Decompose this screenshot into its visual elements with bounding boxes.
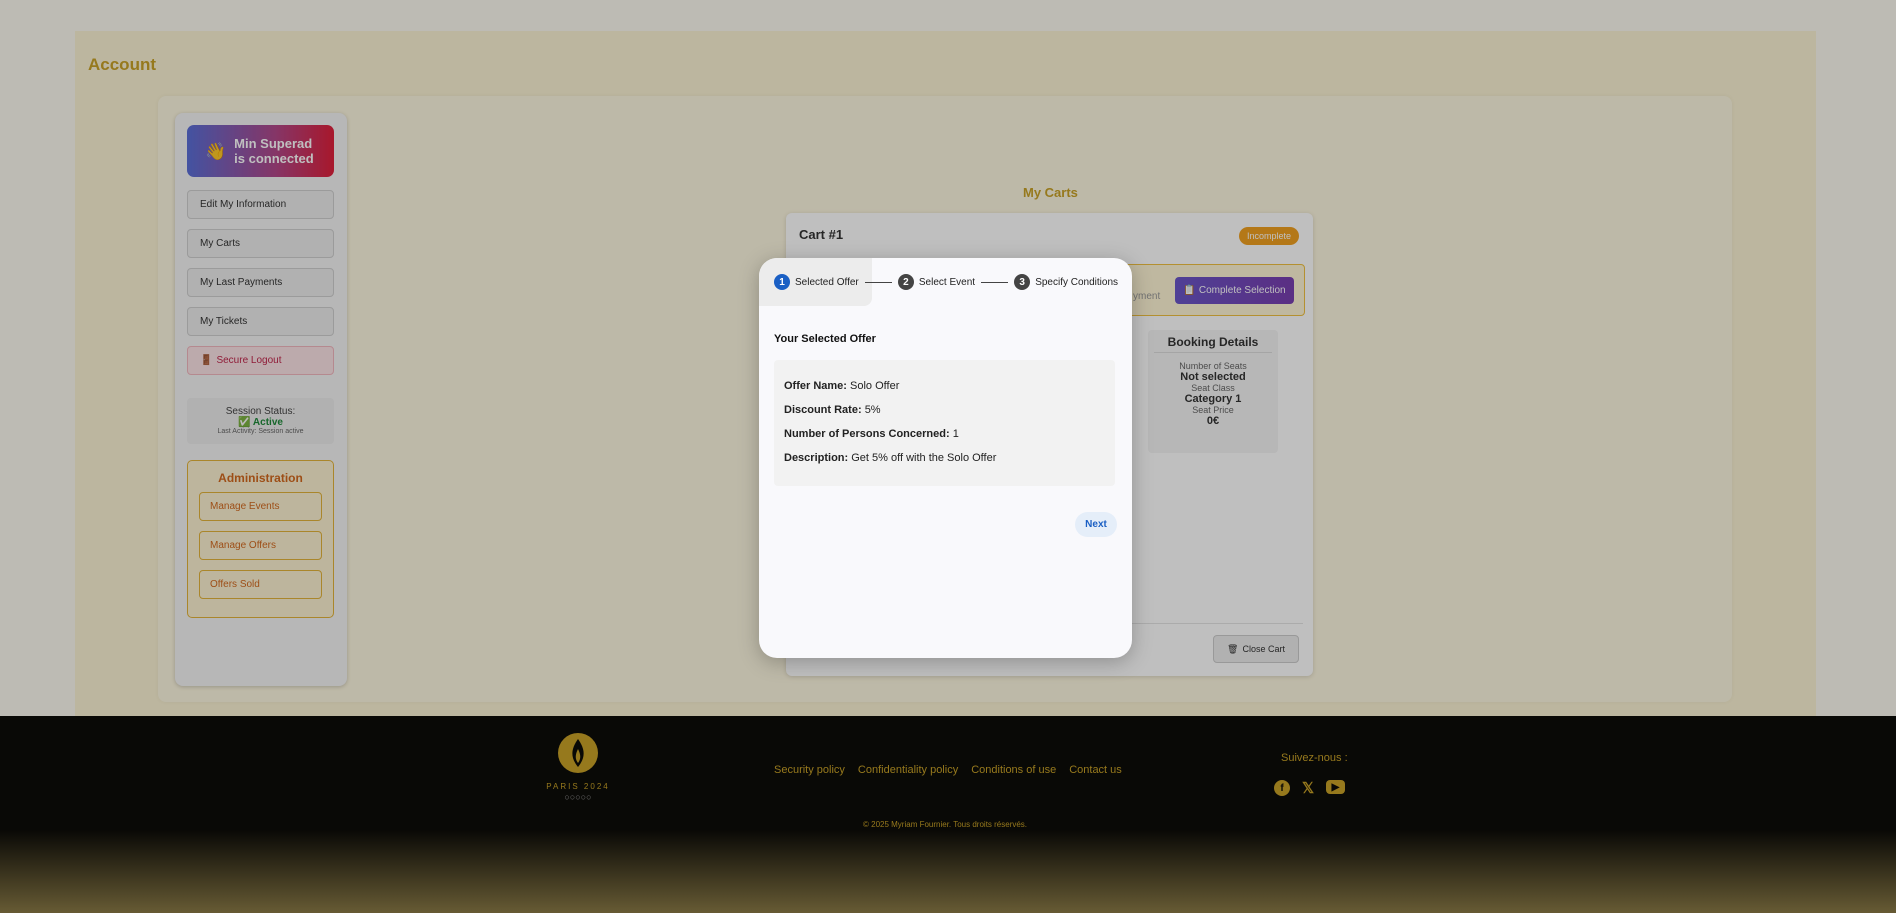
step-1-label: Selected Offer	[795, 276, 859, 288]
persons-label: Number of Persons Concerned:	[784, 428, 950, 440]
step-connector	[864, 281, 892, 283]
offer-modal: 1 Selected Offer 2 Select Event 3 Specif…	[759, 258, 1132, 658]
offer-name-value: Solo Offer	[850, 380, 900, 392]
step-connector	[981, 281, 1009, 283]
discount-rate-row: Discount Rate: 5%	[784, 404, 881, 416]
step-3-number: 3	[1014, 274, 1031, 290]
discount-rate-label: Discount Rate:	[784, 404, 862, 416]
offer-details: Offer Name: Solo Offer Discount Rate: 5%…	[774, 360, 1115, 486]
step-2-number: 2	[897, 274, 914, 290]
step-2-label: Select Event	[918, 276, 976, 288]
persons-row: Number of Persons Concerned: 1	[784, 428, 959, 440]
section-title: Your Selected Offer	[774, 333, 876, 345]
description-label: Description:	[784, 452, 849, 464]
persons-value: 1	[952, 428, 959, 440]
offer-name-label: Offer Name:	[784, 380, 847, 392]
next-button[interactable]: Next	[1075, 512, 1117, 537]
step-1-number: 1	[774, 274, 790, 290]
stepper: 1 Selected Offer 2 Select Event 3 Specif…	[774, 273, 1118, 291]
discount-rate-value: 5%	[864, 404, 881, 416]
offer-name-row: Offer Name: Solo Offer	[784, 380, 899, 392]
step-3-label: Specify Conditions	[1035, 276, 1119, 288]
description-value: Get 5% off with the Solo Offer	[851, 452, 997, 464]
description-row: Description: Get 5% off with the Solo Of…	[784, 452, 996, 464]
